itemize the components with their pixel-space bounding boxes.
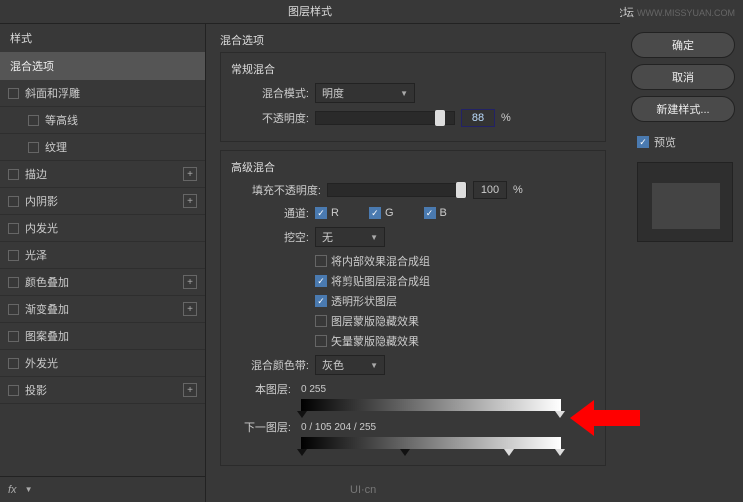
checkbox[interactable] — [8, 331, 19, 342]
advanced-blend-group: 高级混合 填充不透明度: 100 % 通道: ✓R ✓G ✓B 挖空: — [220, 150, 606, 466]
add-icon[interactable]: + — [183, 275, 197, 289]
add-icon[interactable]: + — [183, 194, 197, 208]
fill-opacity-value[interactable]: 100 — [473, 181, 507, 199]
blendif-label: 混合颜色带: — [231, 357, 309, 373]
cancel-button[interactable]: 取消 — [631, 64, 735, 90]
ok-button[interactable]: 确定 — [631, 32, 735, 58]
sidebar-item[interactable]: 渐变叠加+ — [0, 296, 205, 323]
checkbox[interactable] — [8, 88, 19, 99]
blend-mode-select[interactable]: 明度▼ — [315, 83, 415, 103]
adv-option[interactable]: 将内部效果混合成组 — [315, 253, 595, 269]
adv-option[interactable]: 矢量蒙版隐藏效果 — [315, 333, 595, 349]
add-icon[interactable]: + — [183, 167, 197, 181]
under-layer-values: 0 / 105 204 / 255 — [301, 422, 376, 433]
under-layer-gradient[interactable] — [301, 437, 561, 449]
opacity-value[interactable]: 88 — [461, 109, 495, 127]
adv-option[interactable]: ✓将剪贴图层混合成组 — [315, 273, 595, 289]
new-style-button[interactable]: 新建样式... — [631, 96, 735, 122]
sidebar-item[interactable]: 图案叠加 — [0, 323, 205, 350]
knockout-label: 挖空: — [231, 229, 309, 245]
this-layer-label: 本图层: — [231, 381, 291, 397]
normal-title: 常规混合 — [231, 61, 595, 77]
pct-label: % — [501, 112, 511, 124]
opacity-label: 不透明度: — [231, 110, 309, 126]
checkbox[interactable] — [28, 142, 39, 153]
content-panel: 混合选项 常规混合 混合模式: 明度▼ 不透明度: 88 % 高级混合 填充不透… — [206, 24, 620, 502]
sidebar-header: 样式 — [0, 24, 205, 52]
section-title: 混合选项 — [220, 32, 606, 48]
dialog-title: 图层样式 — [0, 0, 620, 24]
opacity-slider[interactable] — [315, 111, 455, 125]
checkbox[interactable] — [8, 385, 19, 396]
watermark-sub: WWW.MISSYUAN.COM — [637, 8, 735, 18]
channels-label: 通道: — [231, 205, 309, 221]
right-panel: 确定 取消 新建样式... ✓预览 — [623, 24, 743, 250]
sidebar-item[interactable]: 光泽 — [0, 242, 205, 269]
sidebar-item[interactable]: 等高线 — [0, 107, 205, 134]
sidebar-item[interactable]: 内阴影+ — [0, 188, 205, 215]
checkbox[interactable] — [8, 250, 19, 261]
this-layer-gradient[interactable] — [301, 399, 561, 411]
styles-sidebar: 样式 混合选项 斜面和浮雕等高线纹理描边+内阴影+内发光光泽颜色叠加+渐变叠加+… — [0, 24, 206, 502]
fx-menu-icon[interactable]: ▼ — [25, 485, 33, 494]
fx-icon[interactable]: fx — [8, 484, 17, 496]
under-layer-label: 下一图层: — [231, 419, 291, 435]
normal-blend-group: 常规混合 混合模式: 明度▼ 不透明度: 88 % — [220, 52, 606, 142]
checkbox[interactable] — [8, 358, 19, 369]
sidebar-item[interactable]: 纹理 — [0, 134, 205, 161]
layer-style-dialog: 图层样式 样式 混合选项 斜面和浮雕等高线纹理描边+内阴影+内发光光泽颜色叠加+… — [0, 0, 620, 502]
knockout-select[interactable]: 无▼ — [315, 227, 385, 247]
preview-swatch — [637, 162, 733, 242]
this-layer-values: 0 255 — [301, 384, 326, 395]
sidebar-item[interactable]: 斜面和浮雕 — [0, 80, 205, 107]
sidebar-item[interactable]: 投影+ — [0, 377, 205, 404]
checkbox[interactable] — [28, 115, 39, 126]
fill-opacity-label: 填充不透明度: — [231, 182, 321, 198]
channel-g[interactable]: ✓G — [369, 207, 394, 219]
sidebar-item[interactable]: 颜色叠加+ — [0, 269, 205, 296]
checkbox[interactable] — [8, 223, 19, 234]
adv-option[interactable]: ✓透明形状图层 — [315, 293, 595, 309]
preview-checkbox[interactable]: ✓预览 — [637, 134, 735, 150]
sidebar-item[interactable]: 内发光 — [0, 215, 205, 242]
logo-text: UI·cn — [350, 484, 376, 496]
checkbox[interactable] — [8, 277, 19, 288]
annotation-arrow — [570, 400, 640, 436]
blendif-select[interactable]: 灰色▼ — [315, 355, 385, 375]
checkbox[interactable] — [8, 304, 19, 315]
sidebar-item[interactable]: 外发光 — [0, 350, 205, 377]
adv-title: 高级混合 — [231, 159, 595, 175]
add-icon[interactable]: + — [183, 302, 197, 316]
chevron-down-icon: ▼ — [370, 233, 378, 242]
sidebar-footer: fx ▼ — [0, 476, 205, 502]
sidebar-item-blending-options[interactable]: 混合选项 — [0, 52, 205, 80]
fill-opacity-slider[interactable] — [327, 183, 467, 197]
adv-option[interactable]: 图层蒙版隐藏效果 — [315, 313, 595, 329]
chevron-down-icon: ▼ — [370, 361, 378, 370]
channel-r[interactable]: ✓R — [315, 207, 339, 219]
chevron-down-icon: ▼ — [400, 89, 408, 98]
sidebar-item[interactable]: 描边+ — [0, 161, 205, 188]
channel-b[interactable]: ✓B — [424, 207, 447, 219]
checkbox[interactable] — [8, 196, 19, 207]
add-icon[interactable]: + — [183, 383, 197, 397]
checkbox[interactable] — [8, 169, 19, 180]
blend-mode-label: 混合模式: — [231, 85, 309, 101]
